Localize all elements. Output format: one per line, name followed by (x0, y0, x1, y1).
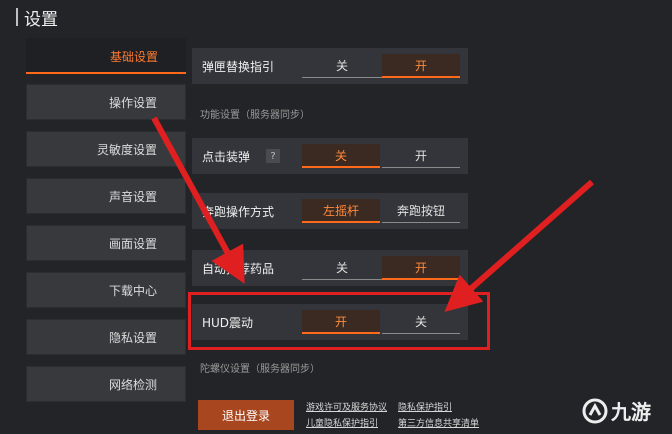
sidebar-item-label: 网络检测 (108, 377, 157, 392)
function-section-label: 功能设置（服务器同步） (200, 110, 310, 121)
setting-row-tap-load: 点击装弹 ? 关 开 (192, 138, 468, 174)
sidebar-item-label: 灵敏度设置 (96, 142, 157, 157)
sidebar-item-label: 声音设置 (108, 189, 157, 204)
logout-button[interactable]: 退出登录 (198, 400, 294, 430)
annotation-highlight-box (188, 292, 490, 350)
tap-load-off-option[interactable]: 关 (302, 144, 380, 168)
sidebar-item-sensitivity[interactable]: 灵敏度设置 (26, 131, 186, 167)
sidebar-item-label: 隐私设置 (108, 330, 157, 345)
sidebar-item-graphics[interactable]: 画面设置 (26, 225, 186, 261)
setting-label: 点击装弹 (202, 149, 251, 164)
child-privacy-link[interactable]: 儿童隐私保护指引 (306, 416, 378, 429)
sidebar-item-basic[interactable]: 基础设置 (26, 38, 186, 74)
setting-label: 弹匣替换指引 (202, 59, 275, 74)
sidebar-item-label: 下载中心 (108, 283, 157, 298)
crosshair-off-option[interactable]: 关 (302, 54, 382, 78)
sprint-joystick-option[interactable]: 左摇杆 (302, 199, 380, 223)
sidebar-item-network[interactable]: 网络检测 (26, 366, 186, 402)
meds-on-option[interactable]: 开 (382, 256, 460, 280)
watermark: 九游 (582, 396, 651, 425)
setting-label: 自动推荐药品 (202, 261, 275, 276)
watermark-text: 九游 (611, 400, 651, 424)
setting-row-recommend-meds: 自动推荐药品 关 开 (192, 250, 468, 286)
sidebar-item-label: 基础设置 (109, 49, 158, 64)
sidebar-item-controls[interactable]: 操作设置 (26, 84, 186, 120)
help-icon[interactable]: ? (266, 149, 280, 163)
sidebar-item-label: 画面设置 (108, 236, 157, 251)
gyro-section-label: 陀螺仪设置（服务器同步） (200, 364, 320, 375)
privacy-guide-link[interactable]: 隐私保护指引 (398, 400, 452, 413)
sidebar-item-sound[interactable]: 声音设置 (26, 178, 186, 214)
title-bar-marker (16, 8, 18, 26)
settings-panel: 弹匣替换指引 关 开 功能设置（服务器同步） 点击装弹 ? 关 开 奔跑操作方式… (188, 38, 672, 434)
tap-load-on-option[interactable]: 开 (382, 144, 460, 168)
license-agreement-link[interactable]: 游戏许可及服务协议 (306, 400, 387, 413)
sidebar-item-downloads[interactable]: 下载中心 (26, 272, 186, 308)
page-title-text: 设置 (24, 9, 58, 30)
third-party-sharing-link[interactable]: 第三方信息共享清单 (398, 416, 479, 429)
page-title: 设置 (16, 4, 58, 30)
sprint-button-option[interactable]: 奔跑按钮 (382, 199, 460, 223)
watermark-logo-icon (582, 398, 608, 423)
setting-label: 奔跑操作方式 (202, 204, 275, 219)
meds-off-option[interactable]: 关 (302, 256, 382, 280)
crosshair-on-option[interactable]: 开 (382, 54, 460, 78)
setting-row-sprint-mode: 奔跑操作方式 左摇杆 奔跑按钮 (192, 193, 468, 229)
setting-row-crosshair: 弹匣替换指引 关 开 (192, 48, 468, 84)
sidebar-item-privacy[interactable]: 隐私设置 (26, 319, 186, 355)
sidebar-item-label: 操作设置 (108, 95, 157, 110)
